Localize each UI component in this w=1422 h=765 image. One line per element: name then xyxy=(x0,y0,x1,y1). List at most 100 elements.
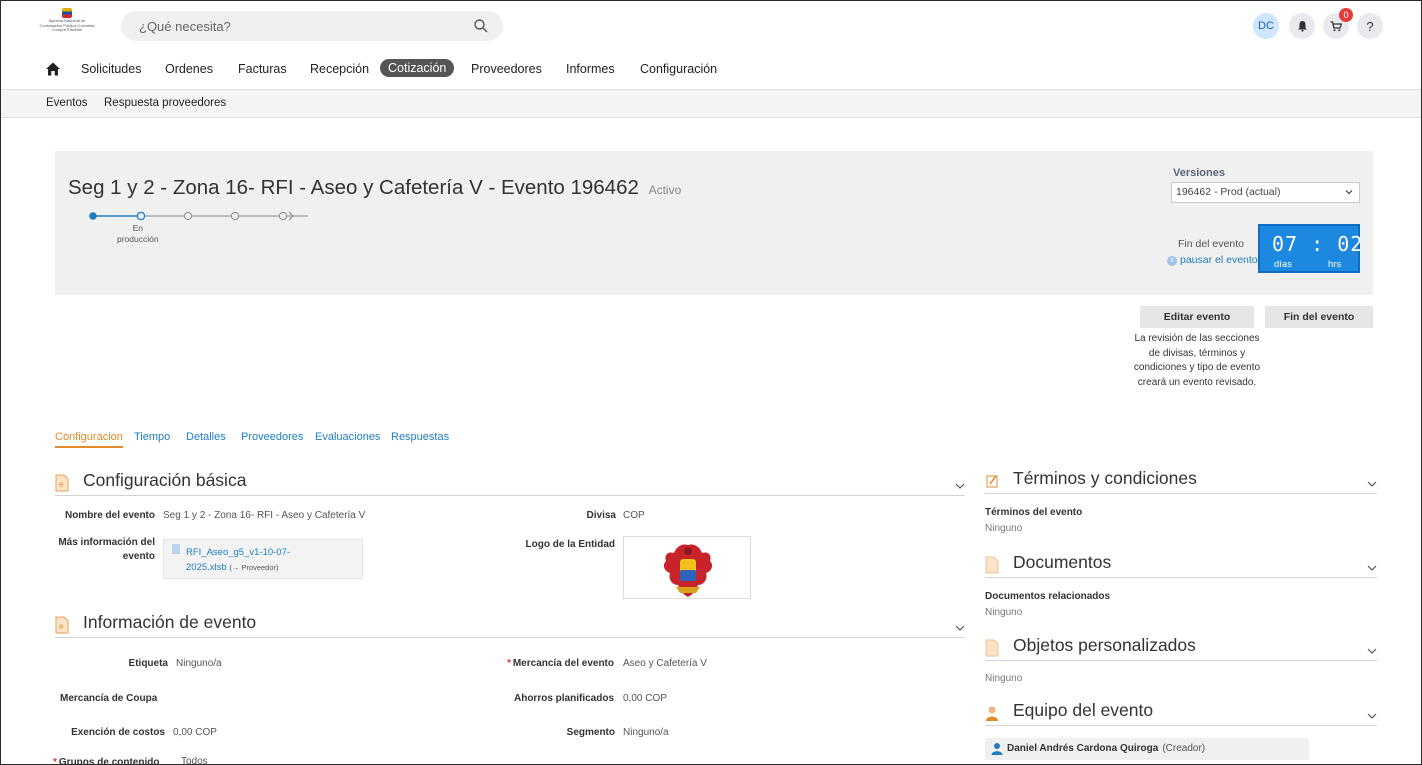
timer-days: 07 xyxy=(1272,232,1299,256)
stage-label-line2: producción xyxy=(117,234,159,244)
event-header-panel: Seg 1 y 2 - Zona 16- RFI - Aseo y Cafete… xyxy=(55,151,1373,295)
chevron-down-icon[interactable] xyxy=(955,482,965,490)
document-icon xyxy=(985,556,999,574)
file-visibility: (→ Proveedor) xyxy=(229,563,279,572)
tab-detalles[interactable]: Detalles xyxy=(186,431,226,443)
required-marker: * xyxy=(53,757,57,765)
stage-label-line1: En xyxy=(132,223,143,233)
file-name-line1: RFI_Aseo_g5_v1-10-07- xyxy=(186,547,291,558)
attachment-link[interactable]: RFI_Aseo_g5_v1-10-07- 2025.xlsb (→ Provee… xyxy=(186,545,290,575)
agency-logo[interactable]: Agencia Nacional de Contratación Pública… xyxy=(37,8,97,38)
file-icon xyxy=(172,544,180,554)
user-icon xyxy=(991,743,1003,755)
versions-label: Versiones xyxy=(1173,167,1225,179)
versions-select[interactable]: 196462 - Prod (actual) xyxy=(1171,182,1360,203)
grupos-contenido-value: Todos xyxy=(181,756,208,765)
stage-dot-4 xyxy=(230,211,240,221)
cart-count-badge: 0 xyxy=(1339,8,1353,22)
document-icon xyxy=(985,639,999,657)
grupos-contenido-label: * Grupos de contenido xyxy=(53,757,159,765)
required-marker: * xyxy=(506,658,511,669)
mercancia-evento-label-text: Mercancía del evento xyxy=(512,658,614,669)
terminos-evento-value: Ninguno xyxy=(985,523,1023,534)
team-member-role: (Creador) xyxy=(1162,743,1206,754)
chevron-down-icon[interactable] xyxy=(1367,647,1377,655)
pausar-evento-link[interactable]: II pausar el evento xyxy=(1167,254,1258,266)
nombre-evento-label: Nombre del evento xyxy=(64,510,155,521)
team-member-name-text: Daniel Andrés Cardona Quiroga xyxy=(1007,743,1159,754)
timer-separator: : xyxy=(1311,232,1325,256)
divisa-value: COP xyxy=(623,510,645,521)
notifications-button[interactable] xyxy=(1289,13,1315,39)
info-evento-header[interactable]: e Información de evento xyxy=(55,612,965,638)
timer-digits: 07 : 02 xyxy=(1272,232,1363,256)
versions-select-value: 196462 - Prod (actual) xyxy=(1176,186,1281,198)
equipo-header[interactable]: Equipo del evento xyxy=(985,700,1377,726)
ahorros-value: 0,00 COP xyxy=(623,693,667,704)
cart-button[interactable]: 0 xyxy=(1323,8,1353,39)
documentos-relacionados-value: Ninguno xyxy=(985,607,1023,618)
app-window: Agencia Nacional de Contratación Pública… xyxy=(0,0,1422,765)
exencion-label: Exención de costos xyxy=(71,727,165,738)
subnav-eventos[interactable]: Eventos xyxy=(46,97,88,109)
svg-text:e: e xyxy=(59,480,64,489)
nav-configuracion[interactable]: Configuración xyxy=(640,61,717,79)
documentos-header[interactable]: Documentos xyxy=(985,552,1377,578)
mas-info-label: Más información del evento xyxy=(58,536,155,564)
document-icon: e xyxy=(55,616,69,634)
tab-proveedores[interactable]: Proveedores xyxy=(241,431,303,443)
attachment-file[interactable]: RFI_Aseo_g5_v1-10-07- 2025.xlsb (→ Provee… xyxy=(163,539,363,579)
countdown-timer: 07 : 02 días hrs xyxy=(1258,224,1363,273)
tab-configuracion[interactable]: Configuracion xyxy=(55,431,123,448)
equipo-title: Equipo del evento xyxy=(1013,700,1154,720)
team-member-row[interactable]: Daniel Andrés Cardona Quiroga (Creador) xyxy=(985,738,1309,760)
etiqueta-value: Ninguno/a xyxy=(176,658,222,669)
nav-facturas[interactable]: Facturas xyxy=(238,61,287,79)
terminos-header[interactable]: Términos y condiciones xyxy=(985,468,1377,494)
objetos-header[interactable]: Objetos personalizados xyxy=(985,635,1377,661)
config-basica-title: Configuración básica xyxy=(83,470,247,490)
entity-logo xyxy=(623,536,751,599)
subnav-respuesta-proveedores[interactable]: Respuesta proveedores xyxy=(104,97,226,109)
top-header: Agencia Nacional de Contratación Pública… xyxy=(1,1,1421,53)
agency-logo-text: Agencia Nacional de Contratación Pública… xyxy=(39,18,95,32)
help-button[interactable]: ? xyxy=(1357,13,1383,39)
tab-respuestas[interactable]: Respuestas xyxy=(391,431,449,443)
chevron-down-icon[interactable] xyxy=(955,624,965,632)
nav-ordenes[interactable]: Ordenes xyxy=(165,61,213,79)
svg-text:e: e xyxy=(59,622,64,631)
info-evento-title: Información de evento xyxy=(83,612,257,632)
search-box[interactable] xyxy=(121,11,503,41)
edit-event-button[interactable]: Editar evento xyxy=(1140,306,1254,328)
exencion-value: 0,00 COP xyxy=(173,727,217,738)
segmento-value: Ninguno/a xyxy=(623,727,669,738)
document-icon: e xyxy=(55,474,69,492)
nav-cotizacion[interactable]: Cotización xyxy=(380,59,455,77)
chevron-down-icon[interactable] xyxy=(1367,564,1377,572)
event-progress-stepper xyxy=(89,211,308,221)
mercancia-coupa-label: Mercancía de Coupa xyxy=(60,693,158,704)
search-icon[interactable] xyxy=(473,18,489,34)
nav-solicitudes[interactable]: Solicitudes xyxy=(81,61,141,79)
nav-informes[interactable]: Informes xyxy=(566,61,615,79)
main-nav: Solicitudes Ordenes Facturas Recepción C… xyxy=(1,55,1421,85)
config-basica-header[interactable]: e Configuración básica xyxy=(55,470,965,496)
tab-evaluaciones[interactable]: Evaluaciones xyxy=(315,431,380,443)
end-event-button[interactable]: Fin del evento xyxy=(1265,306,1373,328)
timer-hours: 02 xyxy=(1337,232,1364,256)
user-avatar[interactable]: DC xyxy=(1253,13,1279,39)
home-icon[interactable] xyxy=(45,61,61,77)
tab-tiempo[interactable]: Tiempo xyxy=(134,431,170,443)
chevron-down-icon[interactable] xyxy=(1367,480,1377,488)
objetos-title: Objetos personalizados xyxy=(1013,635,1196,655)
nav-proveedores[interactable]: Proveedores xyxy=(471,61,542,79)
documentos-title: Documentos xyxy=(1013,552,1112,572)
nav-recepcion[interactable]: Recepción xyxy=(310,61,369,79)
fin-del-evento-label: Fin del evento xyxy=(1178,238,1244,250)
chevron-down-icon[interactable] xyxy=(1367,712,1377,720)
agency-crest-icon xyxy=(62,8,72,18)
stage-label: En producción xyxy=(117,223,159,245)
nombre-evento-value: Seg 1 y 2 - Zona 16- RFI - Aseo y Cafete… xyxy=(163,510,366,521)
team-icon xyxy=(986,706,998,721)
search-input[interactable] xyxy=(139,16,459,36)
